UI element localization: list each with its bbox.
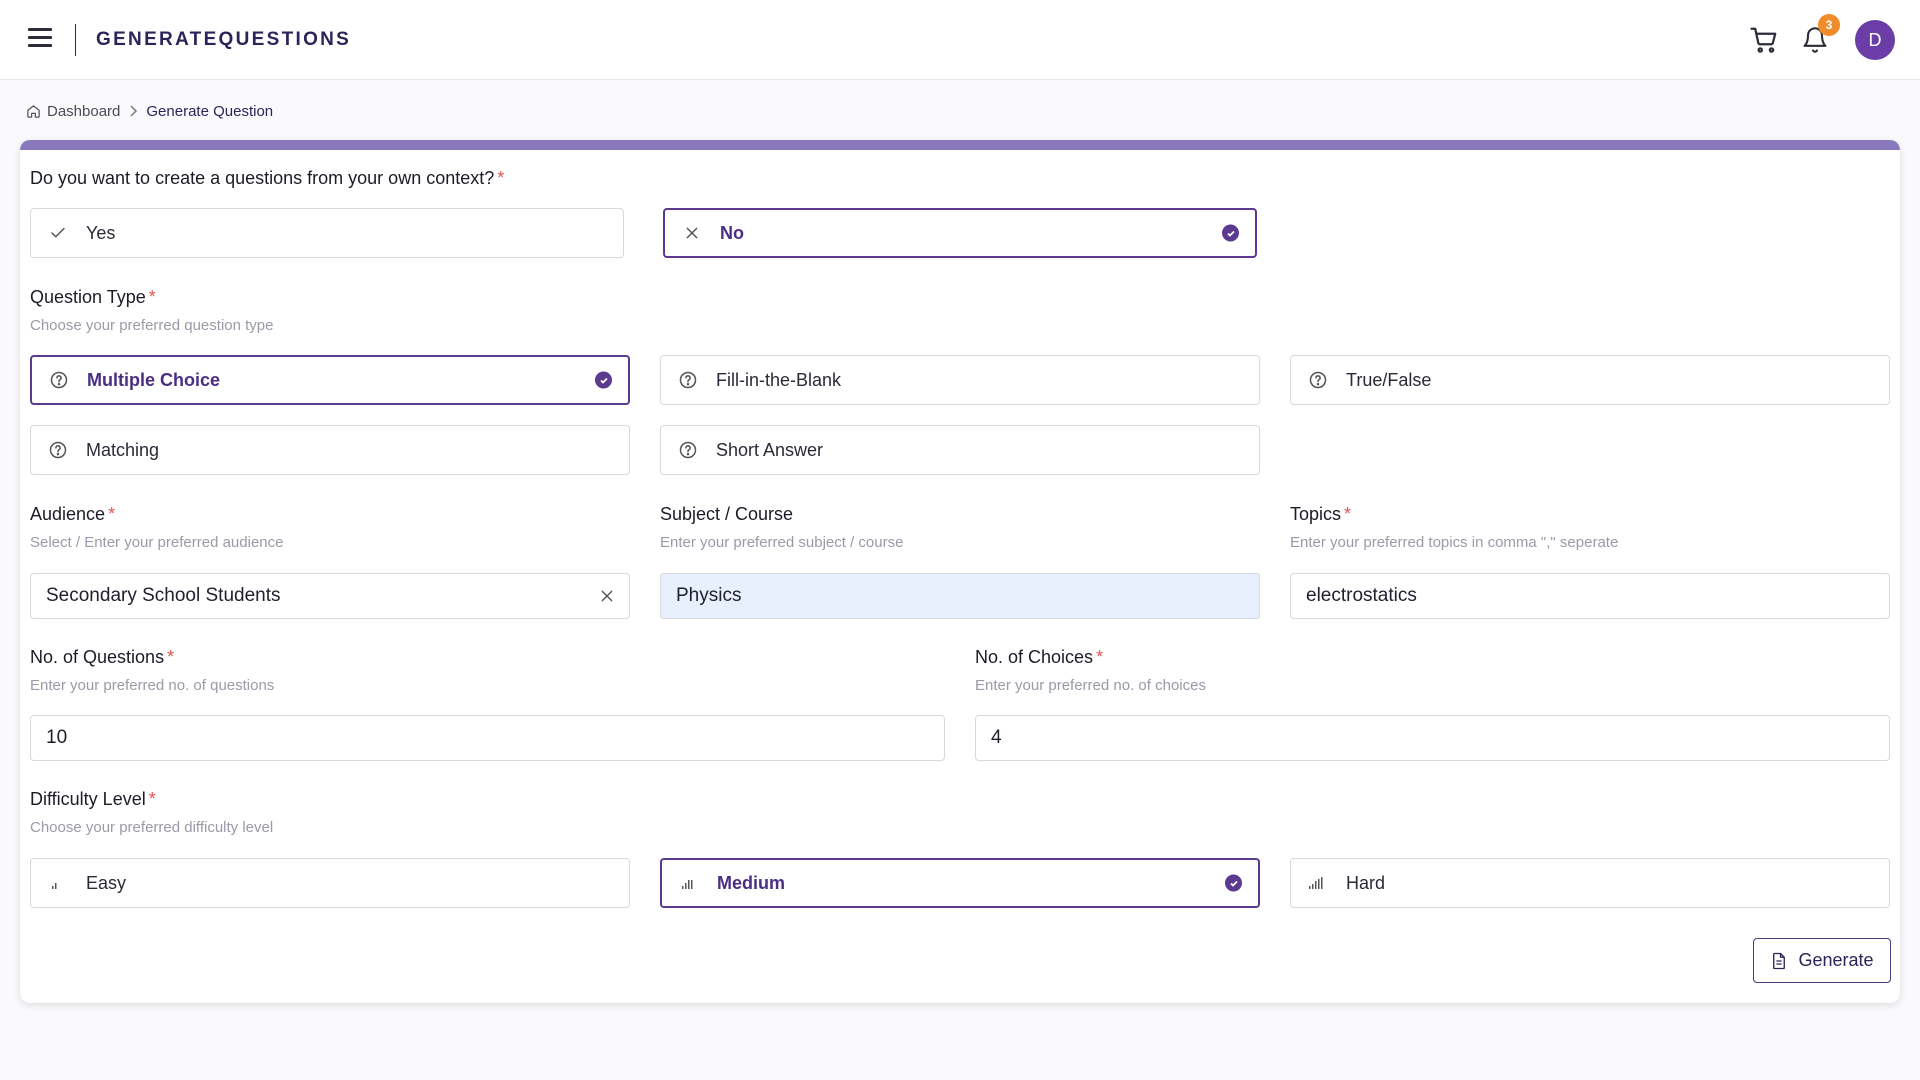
breadcrumb-current: Generate Question — [146, 102, 274, 120]
audience-input[interactable]: Secondary School Students — [30, 573, 630, 619]
option-label: Short Answer — [716, 439, 824, 460]
topics-value: electrostatics — [1306, 585, 1417, 606]
difficulty-hard[interactable]: Hard — [1290, 858, 1890, 908]
hamburger-menu-icon[interactable] — [26, 28, 54, 52]
breadcrumb-dashboard-link[interactable]: Dashboard — [26, 103, 120, 120]
question-type-short-answer[interactable]: Short Answer — [660, 425, 1260, 475]
difficulty-medium[interactable]: Medium — [660, 858, 1260, 908]
checkmark-icon — [47, 222, 69, 244]
signal-low-icon — [47, 872, 69, 894]
question-type-fill-in-the-blank[interactable]: Fill-in-the-Blank — [660, 355, 1260, 405]
subject-label: Subject / Course — [660, 504, 794, 524]
generate-button-label: Generate — [1798, 950, 1874, 970]
option-label: Fill-in-the-Blank — [716, 369, 842, 390]
num-choices-input[interactable]: 4 — [975, 715, 1890, 761]
header-divider — [75, 24, 76, 56]
topics-label: Topics * — [1290, 504, 1352, 524]
home-icon — [27, 104, 40, 118]
num-choices-hint: Enter your preferred no. of choices — [975, 677, 1206, 694]
chevron-right-icon — [128, 105, 138, 117]
selected-check-icon — [1222, 224, 1239, 242]
option-label: Medium — [717, 872, 786, 893]
option-label: True/False — [1346, 369, 1432, 390]
document-icon — [1773, 952, 1786, 969]
num-questions-label: No. of Questions * — [30, 647, 175, 667]
context-option-yes[interactable]: Yes — [30, 208, 624, 258]
difficulty-hint: Choose your preferred difficulty level — [30, 819, 274, 836]
help-circle-icon — [677, 439, 699, 461]
question-type-matching[interactable]: Matching — [30, 425, 630, 475]
option-label: Matching — [86, 439, 160, 460]
difficulty-label: Difficulty Level * — [30, 789, 156, 809]
subject-hint: Enter your preferred subject / course — [660, 534, 904, 551]
subject-value: Physics — [676, 585, 742, 606]
help-circle-icon — [47, 439, 69, 461]
difficulty-easy[interactable]: Easy — [30, 858, 630, 908]
audience-hint: Select / Enter your preferred audience — [30, 534, 284, 551]
num-questions-input[interactable]: 10 — [30, 715, 945, 761]
generate-question-form: Do you want to create a questions from y… — [20, 140, 1900, 1003]
audience-label: Audience * — [30, 504, 116, 524]
question-type-hint: Choose your preferred question type — [30, 317, 274, 334]
help-circle-icon — [48, 369, 70, 391]
question-type-true-false[interactable]: True/False — [1290, 355, 1890, 405]
card-accent-bar — [20, 140, 1900, 150]
topics-hint: Enter your preferred topics in comma ","… — [1290, 534, 1619, 551]
generate-button[interactable]: Generate — [1753, 938, 1891, 983]
num-choices-value: 4 — [991, 727, 1002, 748]
notification-count-badge: 3 — [1818, 14, 1840, 36]
context-question-label: Do you want to create a questions from y… — [30, 168, 505, 188]
user-avatar[interactable]: D — [1855, 20, 1895, 60]
num-questions-hint: Enter your preferred no. of questions — [30, 677, 275, 694]
num-choices-label: No. of Choices * — [975, 647, 1104, 667]
help-circle-icon — [677, 369, 699, 391]
option-label: Hard — [1346, 872, 1386, 893]
audience-value: Secondary School Students — [46, 585, 281, 606]
topics-input[interactable]: electrostatics — [1290, 573, 1890, 619]
question-type-label: Question Type * — [30, 287, 156, 307]
help-circle-icon — [1307, 369, 1329, 391]
close-icon — [681, 222, 703, 244]
breadcrumb: Dashboard Generate Question — [26, 101, 273, 121]
context-option-no-label: No — [720, 222, 744, 243]
selected-check-icon — [1225, 874, 1242, 892]
option-label: Easy — [86, 872, 127, 893]
question-type-multiple-choice[interactable]: Multiple Choice — [30, 355, 630, 405]
context-option-yes-label: Yes — [86, 222, 116, 243]
context-option-no[interactable]: No — [663, 208, 1257, 258]
breadcrumb-dashboard-label: Dashboard — [47, 102, 121, 120]
clear-icon[interactable] — [599, 588, 615, 604]
cart-icon[interactable] — [1746, 22, 1782, 58]
brand-title: GENERATEQUESTIONS — [96, 29, 352, 50]
signal-high-icon — [1307, 872, 1329, 894]
top-bar: GENERATEQUESTIONS 3 D — [0, 0, 1920, 80]
option-label: Multiple Choice — [87, 369, 221, 390]
selected-check-icon — [595, 371, 612, 389]
signal-medium-icon — [678, 872, 700, 894]
num-questions-value: 10 — [46, 727, 68, 748]
subject-input[interactable]: Physics — [660, 573, 1260, 619]
